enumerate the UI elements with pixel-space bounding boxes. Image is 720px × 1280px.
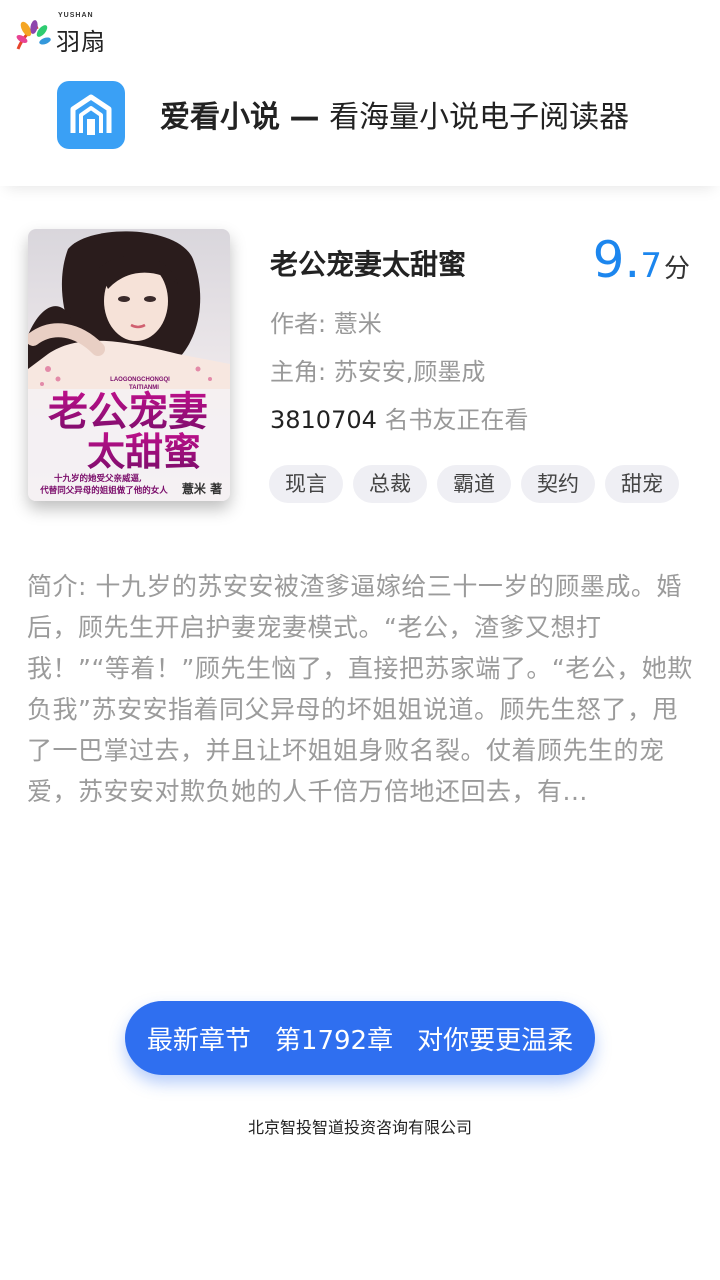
- cta-chapter-number: 第1792章: [274, 1025, 394, 1056]
- book-author: 作者: 薏米: [270, 310, 382, 338]
- book-title: 老公宠妻太甜蜜: [270, 248, 467, 281]
- cover-title-1: 老公宠妻: [48, 388, 208, 435]
- cta-prefix: 最新章节: [146, 1025, 251, 1056]
- app-title-dash: —: [289, 100, 320, 135]
- cover-author: 薏米 著: [182, 481, 222, 496]
- book-cover[interactable]: LAOGONGCHONGQI TAITIANMI 老公宠妻 太甜蜜 十九岁的她受…: [28, 229, 230, 501]
- tag-zongcai[interactable]: 总裁: [353, 465, 427, 503]
- tag-list: 现言 总裁 霸道 契约 甜宠: [269, 465, 679, 503]
- book-synopsis: 简介: 十九岁的苏安安被渣爹逼嫁给三十一岁的顾墨成。婚后，顾先生开启护妻宠妻模式…: [27, 572, 693, 806]
- score-unit: 分: [663, 254, 690, 284]
- app-header: 爱看小说 — 看海量小说电子阅读器: [0, 58, 720, 186]
- cover-tagline-2: 代替同父异母的姐姐做了他的女人: [39, 485, 168, 496]
- app-name: 爱看小说: [160, 100, 280, 135]
- book-score: 9.7分: [593, 231, 690, 289]
- tag-qiyue[interactable]: 契约: [521, 465, 595, 503]
- app-title: 爱看小说 — 看海量小说电子阅读器: [160, 92, 629, 136]
- book-readers: 3810704 名书友正在看: [270, 400, 529, 435]
- cta-chapter-title: 对你要更温柔: [417, 1025, 574, 1056]
- latest-chapter-button[interactable]: 最新章节 第1792章 对你要更温柔: [125, 1001, 595, 1075]
- tag-tianchong[interactable]: 甜宠: [605, 465, 679, 503]
- app-icon[interactable]: [57, 81, 125, 149]
- score-integer: 9.: [592, 231, 641, 289]
- tag-xianyan[interactable]: 现言: [269, 465, 343, 503]
- tag-badao[interactable]: 霸道: [437, 465, 511, 503]
- cover-pinyin-1: LAOGONGCHONGQI: [110, 377, 170, 383]
- app-slogan: 看海量小说电子阅读器: [329, 100, 630, 135]
- brand-sub-label: YUSHAN: [58, 12, 94, 19]
- yushan-logo-icon: [14, 19, 54, 53]
- score-decimal: 7: [640, 246, 662, 286]
- brand-header: YUSHAN 羽扇: [14, 12, 106, 57]
- brand-name: 羽扇: [56, 28, 106, 56]
- cover-title-2: 太甜蜜: [87, 429, 201, 474]
- reader-suffix: 名书友正在看: [376, 406, 529, 434]
- cover-tagline-1: 十九岁的她受父亲威逼,: [54, 473, 142, 484]
- book-protagonists: 主角: 苏安安,顾墨成: [270, 358, 486, 386]
- reader-count: 3810704: [270, 406, 377, 434]
- company-name: 北京智投智道投资咨询有限公司: [247, 1118, 472, 1137]
